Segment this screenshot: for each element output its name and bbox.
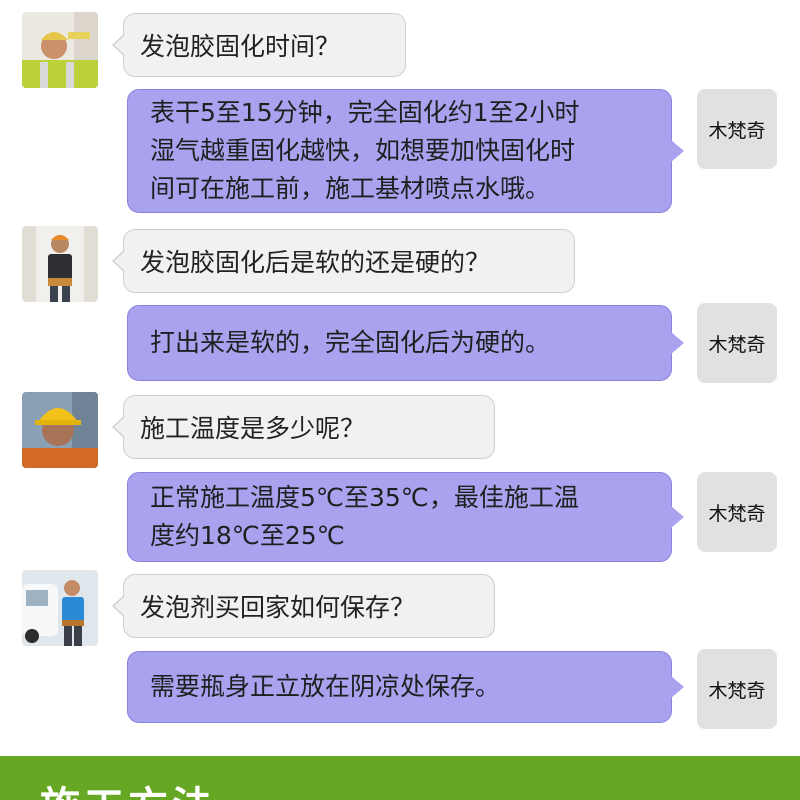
answer-text: 打出来是软的，完全固化后为硬的。 (150, 324, 550, 362)
question-text: 发泡胶固化后是软的还是硬的？ (140, 248, 491, 277)
responder-name-box: 木梵奇 (697, 89, 777, 169)
worker-with-hardhat-icon (22, 392, 98, 468)
responder-name-box: 木梵奇 (697, 303, 777, 383)
answer-text: 表干5至15分钟，完全固化约1至2小时 湿气越重固化越快，如想要加快固化时 间可… (150, 94, 580, 208)
answer-line: 度约18℃至25℃ (150, 521, 345, 550)
responder-name-box: 木梵奇 (697, 472, 777, 552)
worker-with-level-icon (22, 12, 98, 88)
answer-line: 表干5至15分钟，完全固化约1至2小时 (150, 98, 580, 127)
question-bubble: 发泡胶固化时间？ (112, 13, 406, 77)
answer-bubble: 表干5至15分钟，完全固化约1至2小时 湿气越重固化越快，如想要加快固化时 间可… (127, 89, 684, 213)
answer-line: 需要瓶身正立放在阴凉处保存。 (150, 672, 501, 701)
question-bubble: 发泡剂买回家如何保存？ (112, 574, 495, 638)
responder-name: 木梵奇 (708, 502, 766, 525)
answer-text: 需要瓶身正立放在阴凉处保存。 (150, 668, 500, 706)
answer-line: 打出来是软的，完全固化后为硬的。 (150, 328, 551, 357)
answer-bubble: 需要瓶身正立放在阴凉处保存。 (127, 651, 684, 723)
question-bubble: 施工温度是多少呢？ (112, 395, 495, 459)
question-text: 发泡剂买回家如何保存？ (140, 593, 416, 622)
question-text: 施工温度是多少呢？ (140, 414, 366, 443)
responder-name-box: 木梵奇 (697, 649, 777, 729)
responder-name: 木梵奇 (708, 679, 766, 702)
banner-title: 施工方法 (40, 774, 216, 800)
question-bubble: 发泡胶固化后是软的还是硬的？ (112, 229, 575, 293)
responder-name: 木梵奇 (708, 119, 766, 142)
answer-bubble: 正常施工温度5℃至35℃，最佳施工温 度约18℃至25℃ (127, 472, 684, 562)
answer-bubble: 打出来是软的，完全固化后为硬的。 (127, 305, 684, 381)
worker-with-van-icon (22, 570, 98, 646)
answer-line: 湿气越重固化越快，如想要加快固化时 (150, 136, 576, 165)
answer-line: 间可在施工前，施工基材喷点水哦。 (150, 174, 551, 203)
section-banner: 施工方法 (0, 756, 800, 800)
question-text: 发泡胶固化时间？ (140, 32, 341, 61)
answer-text: 正常施工温度5℃至35℃，最佳施工温 度约18℃至25℃ (150, 479, 579, 555)
responder-name: 木梵奇 (708, 333, 766, 356)
answer-line: 正常施工温度5℃至35℃，最佳施工温 (150, 483, 579, 512)
worker-with-toolbelt-icon (22, 226, 98, 302)
